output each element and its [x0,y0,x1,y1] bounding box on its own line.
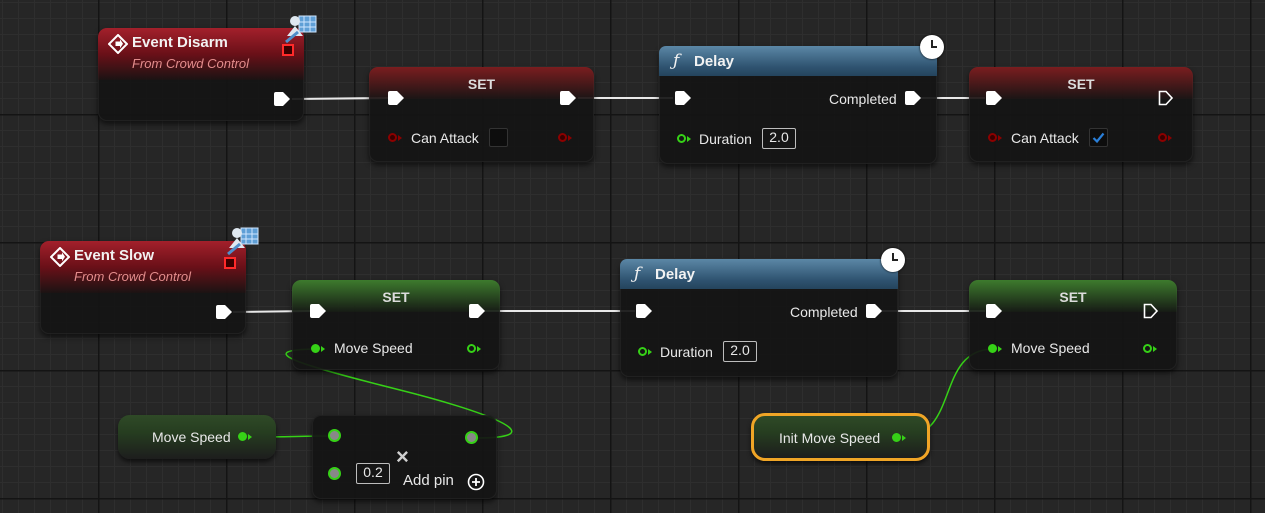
delegate-pin[interactable] [224,257,236,269]
float-input-pin[interactable] [638,347,647,356]
pin-arrow [648,349,652,355]
delay-node-2[interactable]: ƒ Delay Completed Duration 2.0 [620,259,898,377]
float-output-pin[interactable] [892,433,901,442]
node-title: Event Disarm [132,34,228,51]
event-disarm-node[interactable]: Event Disarm From Crowd Control [98,28,304,121]
duration-label: Duration [660,344,713,360]
multiply-node[interactable]: 0.2 × Add pin [312,415,497,499]
exec-in-pin[interactable] [310,304,326,318]
float-input-pin[interactable] [677,134,686,143]
can-attack-checkbox[interactable] [489,128,508,147]
exec-out-pin[interactable] [1158,90,1174,106]
bool-output-pin[interactable] [1158,133,1167,142]
set-can-attack-node[interactable]: SET Can Attack [969,67,1193,162]
exec-out-pin[interactable] [216,305,232,319]
network-replicate-icon [227,227,259,256]
bool-input-pin[interactable] [388,133,397,142]
pin-arrow [398,135,402,141]
event-diamond-icon [50,247,70,267]
float-output-pin[interactable] [465,431,478,444]
pin-arrow [477,346,481,352]
add-pin-plus-icon[interactable] [467,473,485,491]
exec-out-pin[interactable] [905,91,921,105]
exec-out-pin[interactable] [866,304,882,318]
pin-label: Init Move Speed [779,430,881,446]
pin-arrow [321,346,325,352]
pin-arrow [568,135,572,141]
completed-label: Completed [790,304,858,320]
set-can-attack-node[interactable]: SET Can Attack [369,67,594,162]
set-move-speed-node[interactable]: SET Move Speed [969,280,1177,370]
pin-label: Move Speed [334,340,413,356]
node-title: Event Slow [74,247,155,264]
float-input-pin[interactable] [311,344,320,353]
checkmark-icon [1092,132,1105,144]
add-pin-label[interactable]: Add pin [403,472,454,489]
float-output-pin[interactable] [1143,344,1152,353]
node-subtitle: From Crowd Control [132,56,250,71]
float-output-pin[interactable] [238,432,247,441]
bool-input-pin[interactable] [988,133,997,142]
multiply-x-icon: × [396,444,409,469]
completed-label: Completed [829,91,897,107]
node-title: SET [467,76,496,92]
pin-arrow [998,135,1002,141]
node-title: SET [382,289,410,305]
network-replicate-icon [285,15,317,44]
pin-label: Move Speed [152,429,231,445]
multiplier-input[interactable]: 0.2 [356,463,390,484]
pin-arrow [248,434,252,440]
pin-arrow [998,346,1002,352]
exec-out-pin[interactable] [274,92,290,106]
float-input-pin[interactable] [988,344,997,353]
float-input-pin[interactable] [328,429,341,442]
event-slow-node[interactable]: Event Slow From Crowd Control [40,241,246,334]
duration-input[interactable]: 2.0 [723,341,757,362]
duration-input[interactable]: 2.0 [762,128,796,149]
pin-label: Can Attack [1011,130,1079,146]
bool-output-pin[interactable] [558,133,567,142]
can-attack-checkbox[interactable] [1089,128,1108,147]
event-diamond-icon [108,34,128,54]
exec-out-pin[interactable] [469,304,485,318]
pin-arrow [902,435,906,441]
latent-clock-icon [881,248,905,272]
exec-out-pin[interactable] [560,91,576,105]
function-f-icon: ƒ [673,51,680,71]
node-subtitle: From Crowd Control [74,269,192,284]
delay-node-1[interactable]: ƒ Delay Completed Duration 2.0 [659,46,937,164]
exec-in-pin[interactable] [986,304,1002,318]
function-f-icon: ƒ [634,264,641,284]
exec-in-pin[interactable] [636,304,652,318]
delegate-pin[interactable] [282,44,294,56]
pin-label: Can Attack [411,130,479,146]
float-input-pin[interactable] [328,467,341,480]
float-output-pin[interactable] [467,344,476,353]
pin-arrow [687,136,691,142]
pin-arrow [1168,135,1172,141]
node-title: Delay [655,266,696,283]
get-init-move-speed-node[interactable]: Init Move Speed [751,413,930,461]
exec-in-pin[interactable] [986,91,1002,105]
get-move-speed-node[interactable]: Move Speed [118,415,276,459]
pin-arrow [1153,346,1157,352]
node-title: Delay [694,53,735,70]
exec-in-pin[interactable] [388,91,404,105]
pin-label: Move Speed [1011,340,1090,356]
duration-label: Duration [699,131,752,147]
set-move-speed-node[interactable]: SET Move Speed [292,280,500,370]
exec-in-pin[interactable] [675,91,691,105]
latent-clock-icon [920,35,944,59]
exec-out-pin[interactable] [1143,303,1159,319]
